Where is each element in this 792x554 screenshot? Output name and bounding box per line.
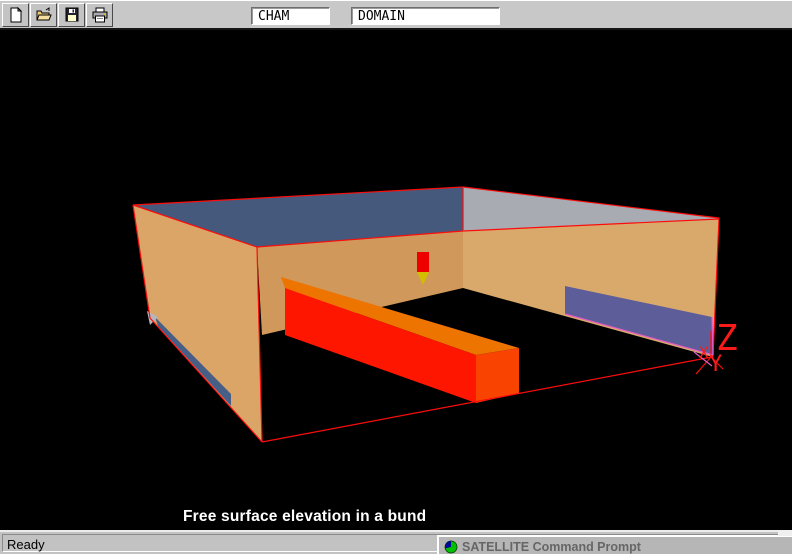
toolbar [0,0,792,30]
new-file-button[interactable] [2,3,29,27]
probe-body[interactable] [417,252,429,272]
satellite-app-icon [444,540,458,554]
new-file-icon [7,6,25,24]
axis-label-y: Y [709,352,722,377]
cham-field[interactable] [251,7,330,25]
status-text: Ready [7,537,45,552]
domain-field[interactable] [351,7,500,25]
window-corner [778,530,792,536]
save-icon [63,6,81,24]
scene-3d[interactable]: ZXY [0,30,792,530]
axis-label-x: X [699,343,709,362]
app-window: ZXY Free surface elevation in a bund Rea… [0,0,792,554]
print-icon [91,6,109,24]
satellite-window-titlebar[interactable]: SATELLITE Command Prompt [437,535,792,554]
viewport-3d: ZXY Free surface elevation in a bund [0,30,792,530]
save-button[interactable] [58,3,85,27]
print-button[interactable] [86,3,113,27]
open-file-button[interactable] [30,3,57,27]
satellite-window-title: SATELLITE Command Prompt [462,540,641,554]
scene-caption: Free surface elevation in a bund [183,508,426,526]
open-folder-icon [35,6,53,24]
